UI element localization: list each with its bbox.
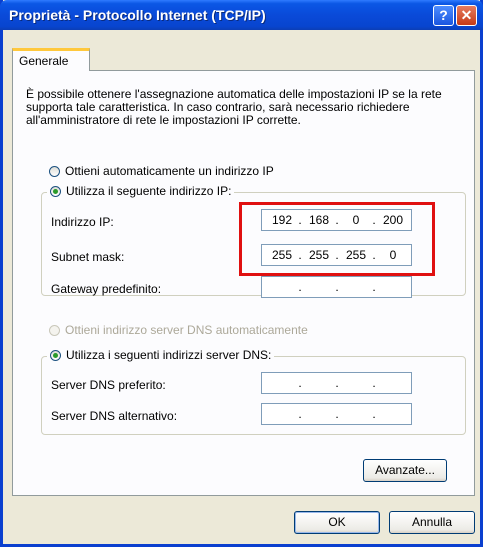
ok-button[interactable]: OK [294, 511, 380, 534]
title-bar[interactable]: Proprietà - Protocollo Internet (TCP/IP)… [0, 0, 483, 30]
radio-indicator [50, 349, 61, 361]
help-button[interactable]: ? [433, 5, 454, 26]
close-button[interactable]: ✕ [456, 5, 477, 26]
radio-use-dns-label: Utilizza i seguenti indirizzi server DNS… [66, 348, 272, 362]
cancel-button[interactable]: Annulla [389, 511, 475, 534]
octet-separator: . [372, 407, 376, 421]
radio-indicator [50, 185, 61, 197]
octet-separator: . [372, 280, 376, 294]
tab-panel: È possibile ottenere l'assegnazione auto… [12, 70, 475, 496]
radio-indicator [49, 165, 60, 177]
window-title: Proprietà - Protocollo Internet (TCP/IP) [9, 7, 266, 23]
description-text: È possibile ottenere l'assegnazione auto… [26, 87, 442, 127]
ip-address-label: Indirizzo IP: [51, 215, 114, 229]
advanced-button[interactable]: Avanzate... [363, 459, 447, 482]
octet-separator: . [335, 280, 339, 294]
subnet-mask-label: Subnet mask: [51, 250, 125, 264]
octet-separator: . [298, 280, 302, 294]
octet-separator: . [335, 376, 339, 390]
radio-use-dns[interactable]: Utilizza i seguenti indirizzi server DNS… [47, 348, 275, 362]
preferred-dns-label: Server DNS preferito: [51, 378, 166, 392]
preferred-dns-field[interactable]: . . . [261, 372, 412, 394]
radio-use-ip[interactable]: Utilizza il seguente indirizzo IP: [47, 184, 235, 198]
tab-label: Generale [19, 54, 69, 68]
radio-indicator [49, 324, 60, 336]
radio-obtain-dns-auto: Ottieni indirizzo server DNS automaticam… [49, 323, 308, 337]
radio-use-ip-label: Utilizza il seguente indirizzo IP: [66, 184, 232, 198]
octet-separator: . [372, 376, 376, 390]
tab-generale[interactable]: Generale [12, 48, 90, 71]
octet-separator: . [298, 407, 302, 421]
radio-obtain-ip-auto-label: Ottieni automaticamente un indirizzo IP [65, 164, 274, 178]
gateway-label: Gateway predefinito: [51, 282, 162, 296]
octet-separator: . [335, 407, 339, 421]
dialog-window: Proprietà - Protocollo Internet (TCP/IP)… [0, 0, 483, 547]
highlight-box [239, 202, 435, 276]
alternate-dns-field[interactable]: . . . [261, 403, 412, 425]
radio-obtain-ip-auto[interactable]: Ottieni automaticamente un indirizzo IP [49, 164, 274, 178]
gateway-field[interactable]: . . . [261, 276, 412, 298]
radio-obtain-dns-auto-label: Ottieni indirizzo server DNS automaticam… [65, 323, 308, 337]
octet-separator: . [298, 376, 302, 390]
alternate-dns-label: Server DNS alternativo: [51, 409, 178, 423]
